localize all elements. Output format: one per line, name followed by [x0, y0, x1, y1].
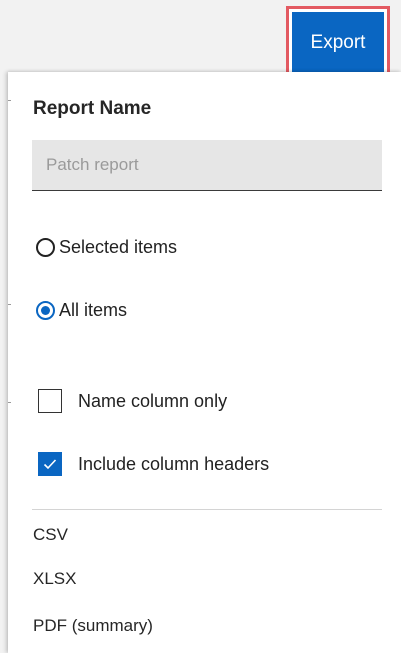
checkbox-label: Include column headers	[78, 453, 270, 474]
edge-tick	[8, 100, 11, 101]
format-option-csv[interactable]: CSV	[33, 525, 68, 545]
checkbox-include-column-headers[interactable]: Include column headers	[38, 452, 269, 476]
radio-label: Selected items	[59, 237, 178, 257]
checkbox-name-column-only[interactable]: Name column only	[38, 389, 227, 413]
radio-unchecked-icon[interactable]	[36, 238, 55, 257]
export-panel: Report Name Selected items All items Nam…	[8, 72, 401, 653]
edge-tick	[8, 402, 11, 403]
checkbox-unchecked-icon[interactable]	[38, 389, 62, 413]
divider	[32, 509, 382, 510]
report-name-label: Report Name	[33, 98, 152, 119]
radio-selected-items[interactable]: Selected items	[36, 237, 177, 258]
report-name-input[interactable]	[32, 140, 382, 191]
export-button-highlight[interactable]: Export	[286, 6, 390, 80]
checkbox-label: Name column only	[78, 390, 228, 411]
format-option-pdf-summary[interactable]: PDF (summary)	[33, 616, 153, 636]
checkmark-icon	[43, 459, 57, 470]
format-option-xlsx[interactable]: XLSX	[33, 569, 76, 589]
checkbox-checked[interactable]	[38, 452, 62, 476]
export-button[interactable]: Export	[292, 12, 384, 74]
radio-label: All items	[59, 300, 128, 320]
radio-all-items[interactable]: All items	[36, 300, 127, 321]
edge-tick	[8, 304, 11, 305]
radio-checked-icon[interactable]	[36, 301, 55, 320]
